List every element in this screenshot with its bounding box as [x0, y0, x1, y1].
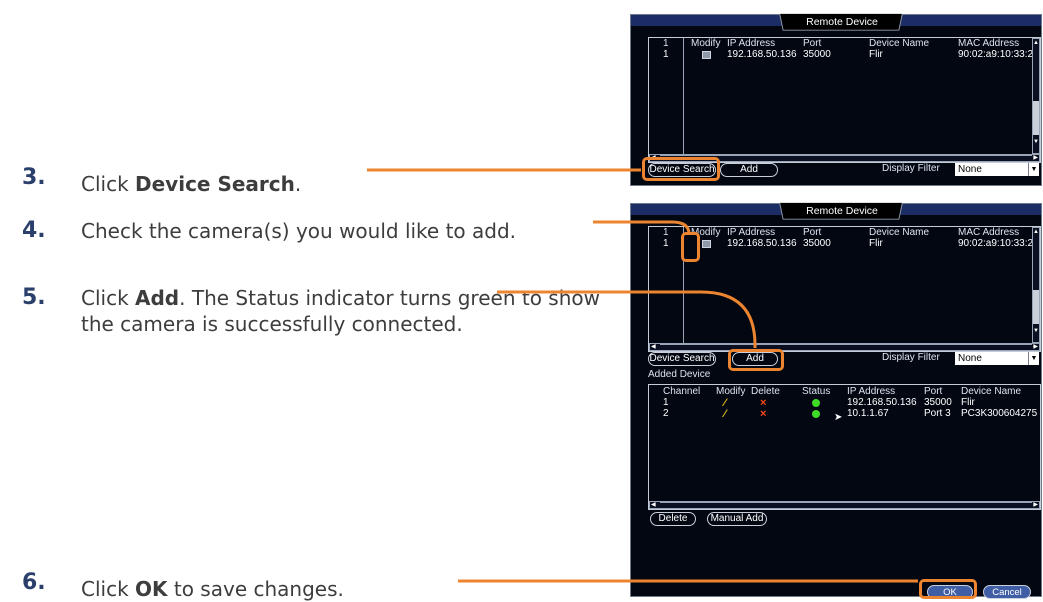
modify-icon[interactable] — [702, 240, 711, 248]
highlight-add — [728, 349, 784, 371]
vertical-scrollbar[interactable]: ▲ ▼ — [1032, 38, 1040, 154]
remote-device-window-search: Remote Device 1 Modify IP Address Port D… — [630, 13, 1042, 186]
row-mac: 90:02:a9:10:33:2! — [958, 238, 1032, 249]
col-header-port: Port — [924, 386, 943, 397]
scroll-track — [660, 344, 1032, 345]
mouse-cursor-icon: ➤ — [834, 412, 843, 423]
col-header-index: 1 — [663, 227, 669, 238]
row-ip: 192.168.50.136 — [727, 238, 797, 249]
display-filter-select[interactable]: None ▼ — [955, 352, 1039, 365]
highlight-device-search — [642, 157, 720, 181]
step-3-number: 3. — [22, 165, 46, 190]
horizontal-scrollbar[interactable]: ◀ ▶ — [649, 501, 1040, 509]
step-6-number: 6. — [22, 570, 46, 595]
scroll-down-icon[interactable]: ▼ — [1033, 139, 1039, 145]
chevron-down-icon[interactable]: ▼ — [1028, 163, 1039, 176]
row-device-name: Flir — [961, 397, 975, 408]
added-device-table: Channel Modify Delete Status IP Address … — [648, 384, 1041, 510]
col-header-status: Status — [802, 386, 831, 397]
col-header-modify: Modify — [691, 38, 721, 49]
device-search-button[interactable]: Device Search — [648, 352, 716, 366]
highlight-checkbox — [681, 232, 700, 262]
scroll-thumb[interactable] — [1033, 101, 1039, 135]
col-header-ip: IP Address — [727, 227, 776, 238]
row-channel: 1 — [663, 397, 669, 408]
status-indicator — [812, 399, 820, 407]
pencil-icon[interactable]: ⁄ — [724, 398, 726, 409]
row-ip: 192.168.50.136 — [727, 49, 797, 60]
row-port: 35000 — [803, 238, 831, 249]
manual-add-button[interactable]: Manual Add — [707, 512, 767, 526]
highlight-ok — [919, 579, 977, 599]
pencil-icon[interactable]: ⁄ — [724, 409, 726, 420]
search-results-table: 1 Modify IP Address Port Device Name MAC… — [648, 226, 1041, 352]
search-results-table: 1 Modify IP Address Port Device Name MAC… — [648, 37, 1041, 163]
horizontal-scrollbar[interactable]: ◀ ▶ — [649, 343, 1040, 351]
add-button[interactable]: Add — [720, 163, 778, 177]
row-index: 1 — [663, 49, 669, 60]
scroll-left-icon[interactable]: ◀ — [651, 502, 656, 508]
delete-button[interactable]: Delete — [650, 512, 696, 526]
added-device-label: Added Device — [648, 369, 711, 380]
col-header-modify: Modify — [716, 386, 746, 397]
row-device-name: PC3K300604275 — [961, 408, 1038, 419]
scroll-right-icon[interactable]: ▶ — [1033, 502, 1038, 508]
row-port: 35000 — [803, 49, 831, 60]
scroll-track — [660, 155, 1032, 156]
row-mac: 90:02:a9:10:33:2! — [958, 49, 1032, 60]
col-header-device-name: Device Name — [961, 386, 1022, 397]
step-6-text: Click OK to save changes. — [81, 577, 344, 601]
display-filter-label: Display Filter — [882, 352, 940, 363]
scroll-up-icon[interactable]: ▲ — [1033, 40, 1039, 46]
col-header-device-name: Device Name — [869, 227, 930, 238]
row-device-name: Flir — [869, 49, 883, 60]
column-divider — [683, 38, 684, 154]
col-header-mac: MAC Address — [958, 38, 1020, 49]
row-channel: 2 — [663, 408, 669, 419]
display-filter-value: None — [958, 164, 982, 175]
scroll-track — [660, 502, 1032, 503]
close-icon[interactable]: × — [760, 398, 766, 409]
scroll-up-icon[interactable]: ▲ — [1033, 229, 1039, 235]
scroll-right-icon[interactable]: ▶ — [1033, 155, 1038, 161]
window-title: Remote Device — [806, 16, 878, 28]
row-index: 1 — [663, 238, 669, 249]
col-header-channel: Channel — [663, 386, 701, 397]
row-port: 35000 — [924, 397, 952, 408]
display-filter-value: None — [958, 353, 982, 364]
step-4-number: 4. — [22, 218, 46, 243]
cancel-button[interactable]: Cancel — [983, 585, 1031, 599]
vertical-scrollbar[interactable]: ▲ ▼ — [1032, 227, 1040, 343]
row-device-name: Flir — [869, 238, 883, 249]
row-ip: 192.168.50.136 — [847, 397, 917, 408]
step-4-text: Check the camera(s) you would like to ad… — [81, 219, 517, 243]
chevron-down-icon[interactable]: ▼ — [1028, 352, 1039, 365]
step-5-text: Click Add. The Status indicator turns gr… — [81, 286, 600, 336]
scroll-right-icon[interactable]: ▶ — [1033, 344, 1038, 350]
status-indicator — [812, 410, 820, 418]
col-header-ip: IP Address — [847, 386, 896, 397]
scroll-down-icon[interactable]: ▼ — [1033, 328, 1039, 334]
scroll-left-icon[interactable]: ◀ — [651, 344, 656, 350]
step-5-number: 5. — [22, 285, 46, 310]
col-header-port: Port — [803, 227, 822, 238]
remote-device-window-added: Remote Device 1 Modify IP Address Port D… — [630, 202, 1042, 599]
col-header-index: 1 — [663, 38, 669, 49]
display-filter-select[interactable]: None ▼ — [955, 163, 1039, 176]
col-header-port: Port — [803, 38, 822, 49]
scroll-thumb[interactable] — [1033, 290, 1039, 324]
row-port: Port 3 — [924, 408, 951, 419]
col-header-ip: IP Address — [727, 38, 776, 49]
col-header-delete: Delete — [751, 386, 780, 397]
col-header-device-name: Device Name — [869, 38, 930, 49]
modify-icon[interactable] — [702, 51, 711, 59]
window-title: Remote Device — [806, 205, 878, 217]
display-filter-label: Display Filter — [882, 163, 940, 174]
step-3-text: Click Device Search. — [81, 172, 302, 196]
row-ip: 10.1.1.67 — [847, 408, 889, 419]
col-header-mac: MAC Address — [958, 227, 1020, 238]
close-icon[interactable]: × — [760, 409, 766, 420]
